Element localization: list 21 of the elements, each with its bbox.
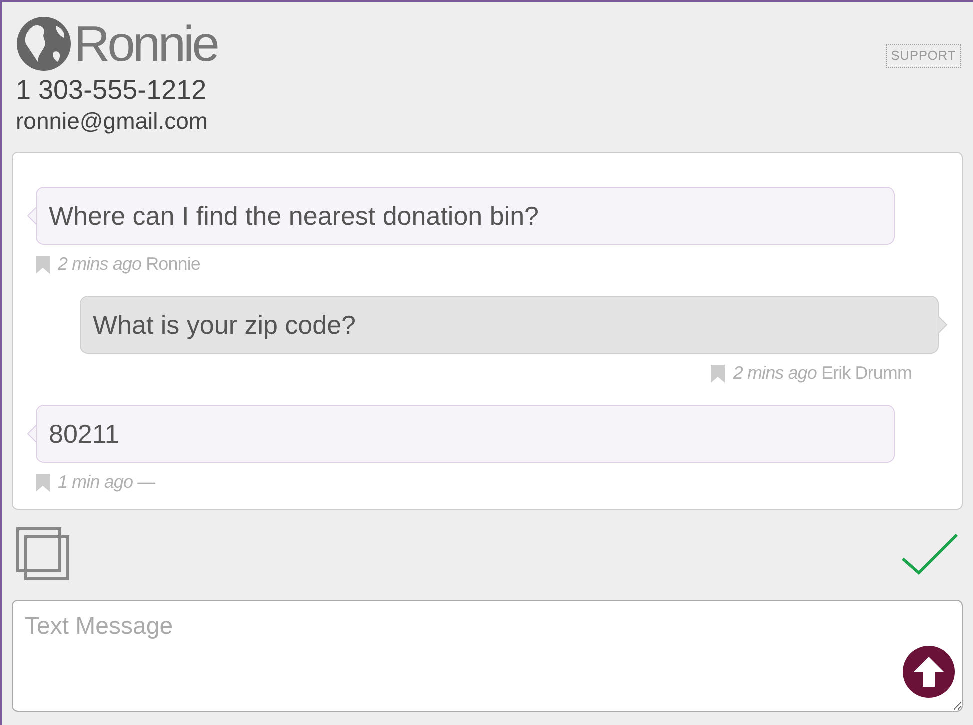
bookmark-icon [36, 256, 50, 274]
message-bubble: What is your zip code? [80, 296, 939, 354]
bubble-tail-icon [27, 207, 37, 225]
message-meta: 2 mins ago Ronnie [58, 253, 200, 276]
bubble-tail-icon [938, 316, 948, 334]
bookmark-icon [36, 474, 50, 492]
bookmark-icon [711, 364, 726, 382]
arrow-up-icon [912, 655, 946, 689]
message-bubble: 80211 [36, 405, 895, 463]
bubble-tail-icon [27, 425, 37, 443]
contact-phone: 1 303-555-1212 [16, 74, 208, 106]
contact-email: ronnie@gmail.com [16, 107, 210, 136]
checkmark-icon[interactable] [901, 533, 959, 577]
contact-name: Ronnie [74, 16, 218, 72]
message-meta: 1 min ago — [58, 471, 156, 494]
globe-icon [16, 16, 72, 72]
message-input[interactable]: Text Message [12, 600, 963, 712]
copy-icon[interactable] [16, 527, 72, 583]
message-bubble: Where can I find the nearest donation bin? [36, 187, 895, 245]
message-meta: 2 mins ago Erik Drumm [733, 362, 912, 385]
support-button[interactable]: SUPPORT [886, 44, 961, 68]
